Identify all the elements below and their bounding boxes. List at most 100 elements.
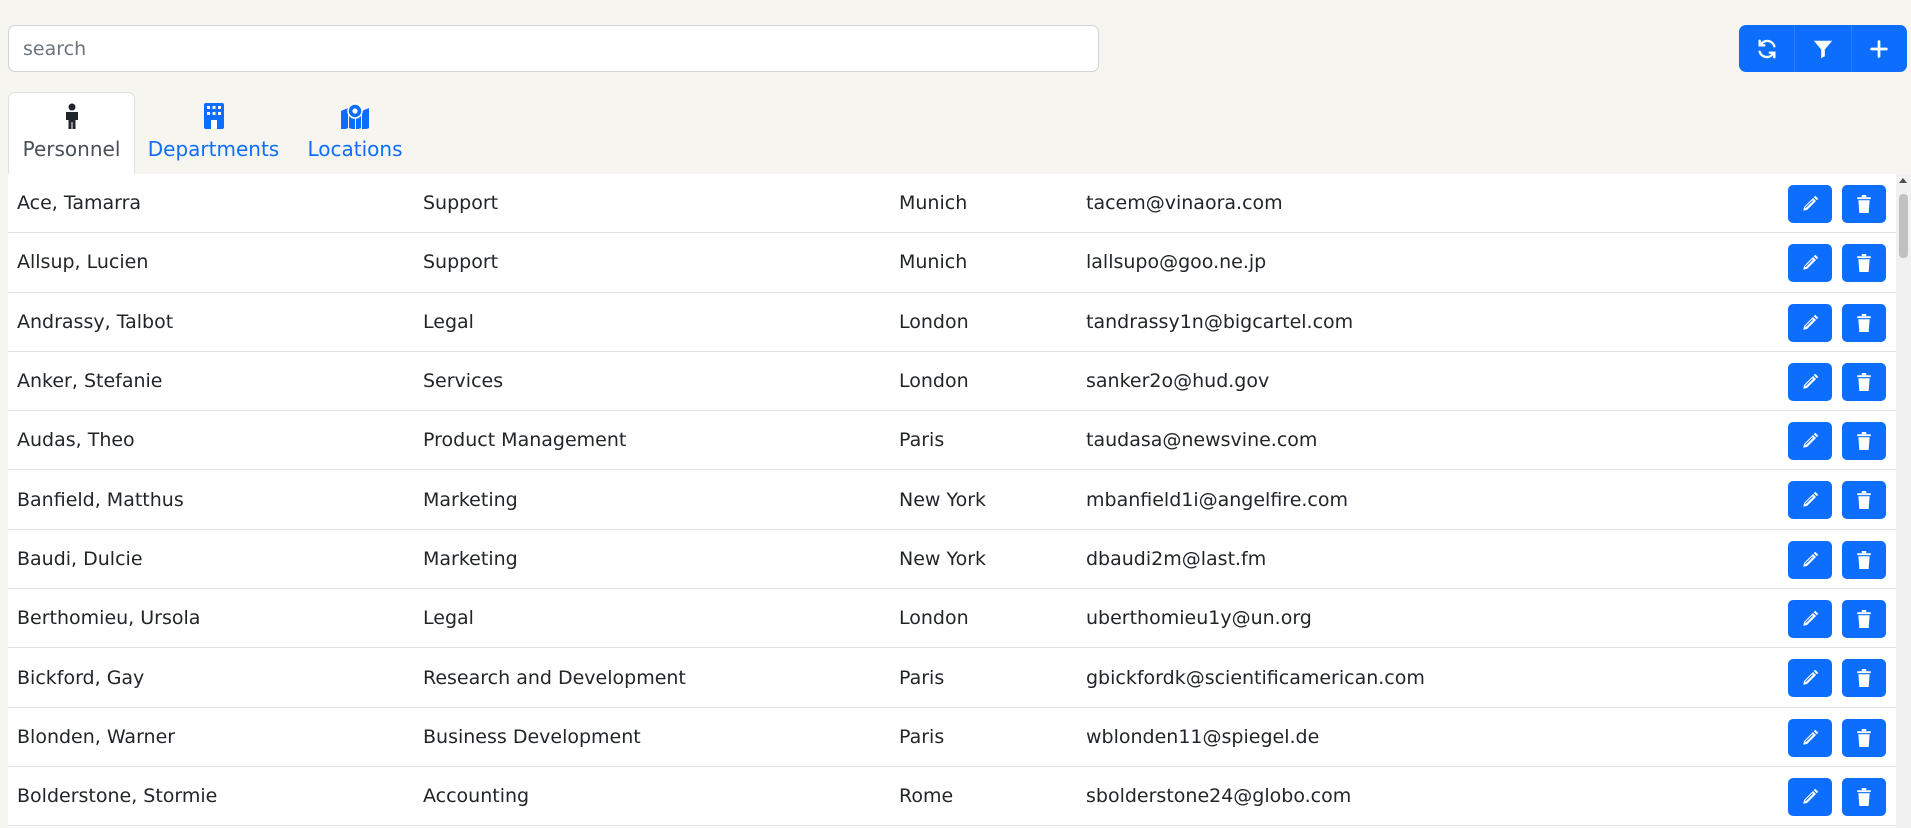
trash-icon bbox=[1857, 254, 1871, 273]
trash-icon bbox=[1857, 669, 1871, 688]
employee-email: sbolderstone24@globo.com bbox=[1086, 785, 1352, 808]
delete-button[interactable] bbox=[1842, 777, 1886, 816]
employee-department: Legal bbox=[423, 310, 474, 333]
employee-email: wblonden11@spiegel.de bbox=[1086, 725, 1320, 748]
edit-button[interactable] bbox=[1788, 600, 1832, 639]
tab-label: Locations bbox=[307, 137, 403, 161]
table-row: Bickford, Gay Research and Development P… bbox=[8, 648, 1896, 708]
employee-department: Support bbox=[423, 192, 499, 215]
scroll-up-arrow-icon[interactable] bbox=[1899, 178, 1907, 183]
edit-button[interactable] bbox=[1788, 659, 1832, 698]
delete-button[interactable] bbox=[1842, 244, 1886, 283]
delete-button[interactable] bbox=[1842, 185, 1886, 223]
employee-email: tacem@vinaora.com bbox=[1086, 192, 1283, 215]
employee-location: Munich bbox=[899, 251, 968, 274]
employee-department: Marketing bbox=[423, 488, 518, 511]
employee-name: Bolderstone, Stormie bbox=[17, 785, 218, 808]
trash-icon bbox=[1857, 432, 1871, 451]
employee-name: Banfield, Matthus bbox=[17, 488, 184, 511]
table-row: Baudi, Dulcie Marketing New York dbaudi2… bbox=[8, 530, 1896, 590]
person-icon bbox=[63, 101, 81, 129]
trash-icon bbox=[1857, 313, 1871, 332]
employee-email: lallsupo@goo.ne.jp bbox=[1086, 251, 1267, 274]
employee-name: Baudi, Dulcie bbox=[17, 547, 143, 570]
edit-button[interactable] bbox=[1788, 718, 1832, 757]
table-row: Anker, Stefanie Services London sanker2o… bbox=[8, 352, 1896, 412]
employee-location: Munich bbox=[899, 192, 968, 215]
employee-name: Berthomieu, Ursola bbox=[17, 607, 201, 630]
refresh-icon bbox=[1758, 39, 1776, 58]
employee-department: Research and Development bbox=[423, 666, 686, 689]
refresh-button[interactable] bbox=[1739, 25, 1796, 72]
tab-personnel[interactable]: Personnel bbox=[8, 92, 135, 174]
delete-button[interactable] bbox=[1842, 718, 1886, 757]
pencil-icon bbox=[1803, 670, 1819, 686]
delete-button[interactable] bbox=[1842, 481, 1886, 520]
employee-department: Services bbox=[423, 370, 504, 393]
employee-name: Allsup, Lucien bbox=[17, 251, 149, 274]
delete-button[interactable] bbox=[1842, 362, 1886, 401]
pencil-icon bbox=[1803, 314, 1819, 330]
pencil-icon bbox=[1803, 492, 1819, 508]
trash-icon bbox=[1857, 550, 1871, 569]
table-row: Bolderstone, Stormie Accounting Rome sbo… bbox=[8, 767, 1896, 827]
table-row: Allsup, Lucien Support Munich lallsupo@g… bbox=[8, 233, 1896, 293]
edit-button[interactable] bbox=[1788, 362, 1832, 401]
delete-button[interactable] bbox=[1842, 303, 1886, 342]
trash-icon bbox=[1857, 787, 1871, 806]
table-row: Blonden, Warner Business Development Par… bbox=[8, 708, 1896, 767]
employee-department: Legal bbox=[423, 607, 474, 630]
personnel-table: Ace, Tamarra Support Munich tacem@vinaor… bbox=[8, 174, 1896, 828]
delete-button[interactable] bbox=[1842, 422, 1886, 461]
pencil-icon bbox=[1803, 610, 1819, 626]
edit-button[interactable] bbox=[1788, 777, 1832, 816]
edit-button[interactable] bbox=[1788, 303, 1832, 342]
table-row: Ace, Tamarra Support Munich tacem@vinaor… bbox=[8, 174, 1896, 234]
filter-icon bbox=[1813, 40, 1833, 58]
delete-button[interactable] bbox=[1842, 659, 1886, 698]
employee-location: Paris bbox=[899, 429, 945, 452]
pencil-icon bbox=[1803, 255, 1819, 271]
trash-icon bbox=[1857, 728, 1871, 747]
search-input[interactable] bbox=[8, 25, 1099, 72]
employee-email: uberthomieu1y@un.org bbox=[1086, 607, 1312, 630]
edit-button[interactable] bbox=[1788, 244, 1832, 283]
scroll-thumb[interactable] bbox=[1899, 194, 1908, 258]
pencil-icon bbox=[1803, 195, 1819, 211]
employee-location: Paris bbox=[899, 666, 945, 689]
edit-button[interactable] bbox=[1788, 422, 1832, 461]
employee-email: tandrassy1n@bigcartel.com bbox=[1086, 310, 1354, 333]
trash-icon bbox=[1857, 610, 1871, 629]
employee-department: Product Management bbox=[423, 429, 627, 452]
employee-email: dbaudi2m@last.fm bbox=[1086, 547, 1267, 570]
tab-label: Personnel bbox=[22, 137, 121, 161]
delete-button[interactable] bbox=[1842, 600, 1886, 639]
table-row: Audas, Theo Product Management Paris tau… bbox=[8, 411, 1896, 471]
map-marker-icon bbox=[340, 101, 370, 129]
add-button[interactable] bbox=[1852, 25, 1907, 72]
employee-location: New York bbox=[899, 488, 987, 511]
toolbar-button-group bbox=[1739, 25, 1907, 72]
employee-email: sanker2o@hud.gov bbox=[1086, 370, 1270, 393]
employee-department: Accounting bbox=[423, 785, 530, 808]
delete-button[interactable] bbox=[1842, 540, 1886, 579]
employee-location: London bbox=[899, 370, 969, 393]
filter-button[interactable] bbox=[1795, 25, 1852, 72]
employee-email: taudasa@newsvine.com bbox=[1086, 429, 1318, 452]
employee-name: Anker, Stefanie bbox=[17, 370, 163, 393]
employee-email: mbanfield1i@angelfire.com bbox=[1086, 488, 1349, 511]
trash-icon bbox=[1857, 491, 1871, 510]
tab-locations[interactable]: Locations bbox=[292, 92, 418, 174]
table-row: Berthomieu, Ursola Legal London uberthom… bbox=[8, 589, 1896, 649]
employee-department: Business Development bbox=[423, 725, 641, 748]
employee-name: Blonden, Warner bbox=[17, 725, 176, 748]
table-scrollbar[interactable] bbox=[1896, 174, 1911, 828]
edit-button[interactable] bbox=[1788, 185, 1832, 223]
pencil-icon bbox=[1803, 729, 1819, 745]
tab-departments[interactable]: Departments bbox=[135, 92, 292, 174]
employee-location: Rome bbox=[899, 785, 954, 808]
plus-icon bbox=[1870, 39, 1889, 58]
edit-button[interactable] bbox=[1788, 540, 1832, 579]
trash-icon bbox=[1857, 195, 1871, 213]
edit-button[interactable] bbox=[1788, 481, 1832, 520]
